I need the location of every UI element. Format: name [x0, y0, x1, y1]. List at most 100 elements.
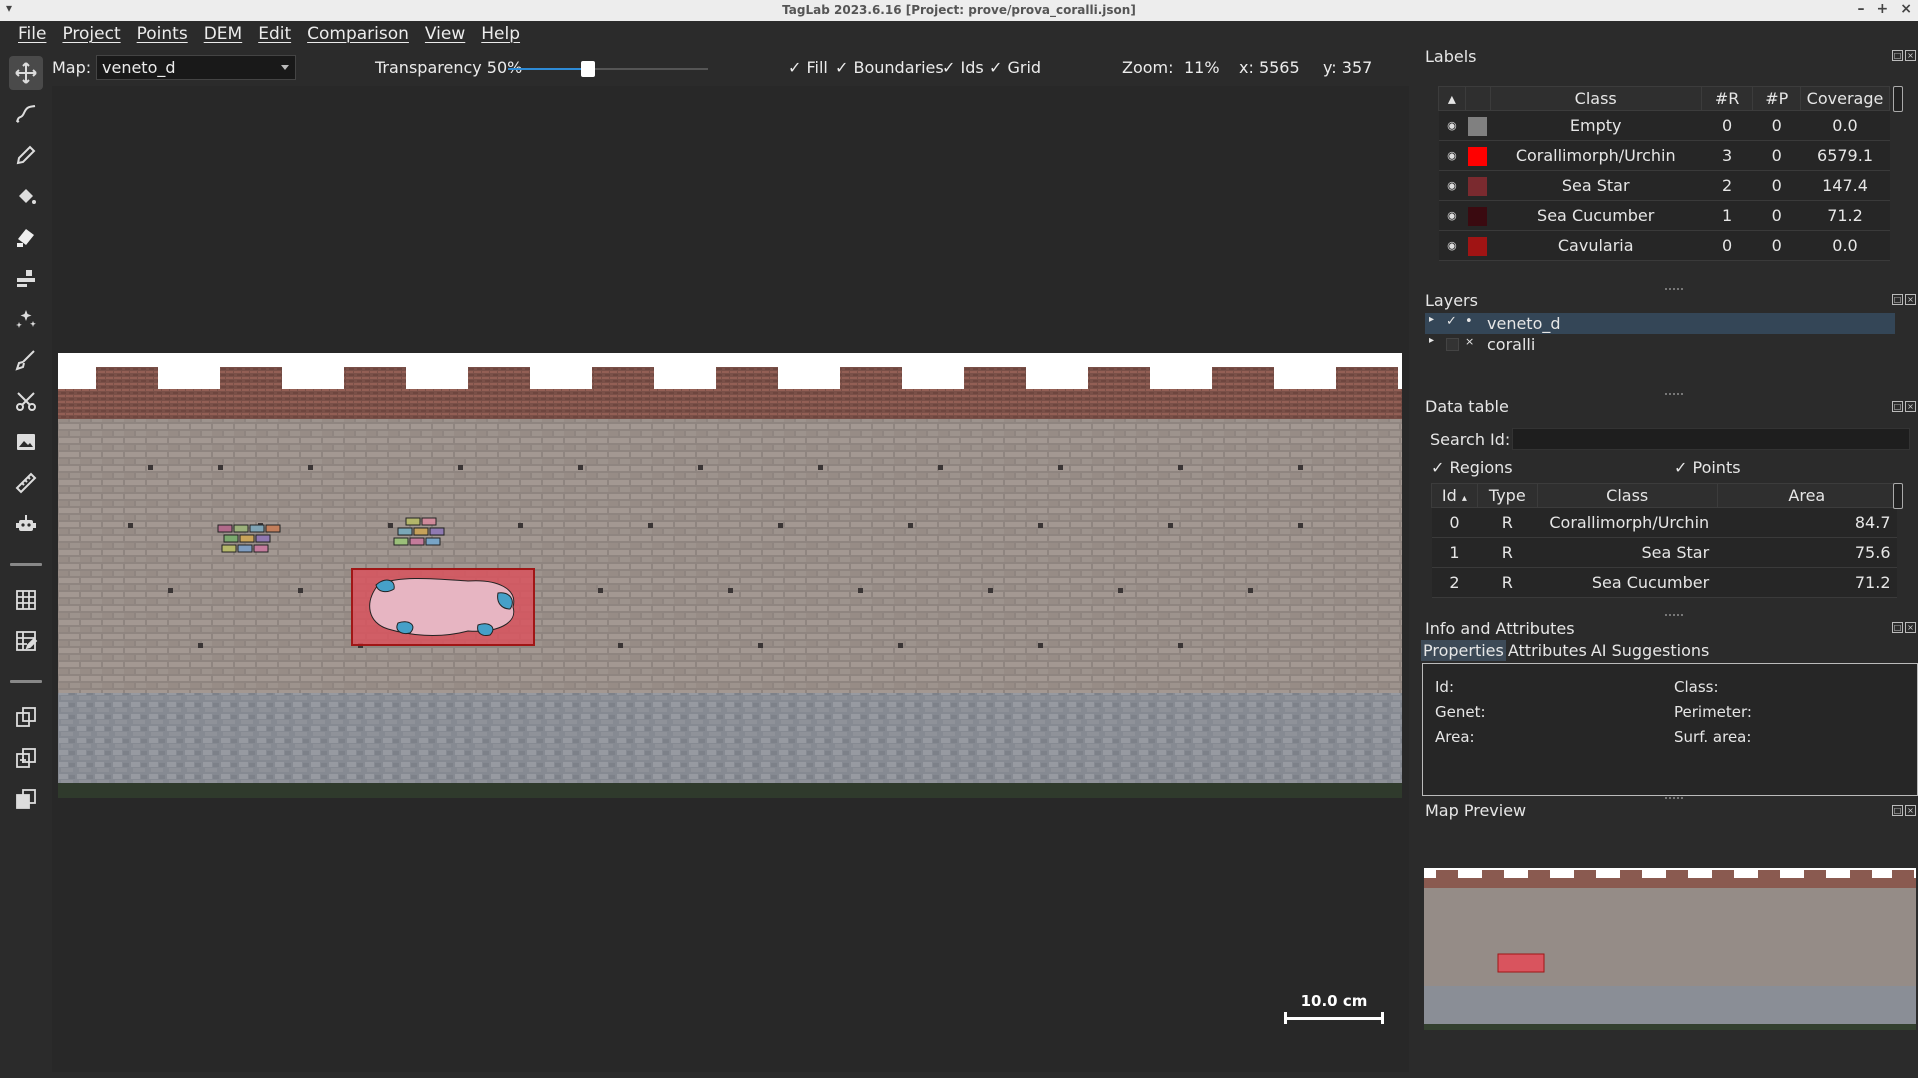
tab-properties[interactable]: Properties	[1421, 640, 1506, 661]
datatable-scrollbar[interactable]	[1893, 483, 1903, 509]
menu-help[interactable]: Help	[473, 21, 528, 47]
layer-visibility-check[interactable]: ✓	[1446, 314, 1457, 329]
column-type[interactable]: Type	[1476, 483, 1538, 508]
datatable-dock-buttons: □ ×	[1892, 401, 1916, 412]
search-input[interactable]	[1512, 428, 1910, 450]
search-label: Search Id:	[1430, 430, 1511, 449]
menu-points[interactable]: Points	[129, 21, 196, 47]
regions-checkbox[interactable]: ✓ Regions	[1431, 458, 1513, 477]
tab-ai-suggestions[interactable]: AI Suggestions	[1589, 640, 1712, 661]
table-row[interactable]: 1 R Sea Star 75.6	[1431, 537, 1897, 568]
minimize-button[interactable]: –	[1858, 1, 1865, 17]
compare-icon[interactable]	[9, 741, 43, 775]
eye-icon[interactable]: ◉	[1438, 200, 1466, 231]
ids-checkbox[interactable]: ✓ Ids	[942, 58, 984, 77]
split-icon[interactable]	[9, 700, 43, 734]
table-row[interactable]: 2 R Sea Cucumber 71.2	[1431, 567, 1897, 598]
label-row[interactable]: ◉ Sea Star 2 0 147.4	[1438, 170, 1890, 201]
labels-scrollbar[interactable]	[1893, 86, 1903, 112]
points-checkbox[interactable]: ✓ Points	[1674, 458, 1741, 477]
brush-icon[interactable]	[9, 220, 43, 254]
close-icon[interactable]: ×	[1905, 622, 1916, 633]
menu-view[interactable]: View	[417, 21, 473, 47]
eye-icon[interactable]: ◉	[1438, 170, 1466, 201]
close-icon[interactable]: ×	[1905, 50, 1916, 61]
close-button[interactable]: ×	[1900, 1, 1912, 17]
column-area[interactable]: Area	[1716, 483, 1898, 508]
panel-splitter[interactable]	[1665, 393, 1683, 395]
expand-icon[interactable]: ▸	[1429, 314, 1434, 325]
layer-visibility-check[interactable]	[1446, 338, 1459, 351]
float-icon[interactable]: □	[1892, 294, 1903, 305]
boundaries-checkbox[interactable]: ✓ Boundaries	[835, 58, 944, 77]
panel-splitter[interactable]	[1665, 288, 1683, 290]
tab-attributes[interactable]: Attributes	[1506, 640, 1589, 661]
close-icon[interactable]: ×	[1905, 294, 1916, 305]
column-id[interactable]: Id ▴	[1431, 483, 1478, 508]
label-row[interactable]: ◉ Corallimorph/Urchin 3 0 6579.1	[1438, 140, 1890, 171]
layer-item-veneto-d[interactable]: ▸ ✓ • veneto_d	[1425, 313, 1895, 334]
image-viewer[interactable]: 10.0 cm	[52, 86, 1409, 1072]
eye-icon[interactable]: ◉	[1438, 230, 1466, 261]
layer-item-coralli[interactable]: ▸ × coralli	[1425, 334, 1895, 355]
panel-splitter[interactable]	[1665, 614, 1683, 616]
menu-comparison[interactable]: Comparison	[299, 21, 417, 47]
table-row[interactable]: 0 R Corallimorph/Urchin 84.7	[1431, 507, 1897, 538]
close-icon[interactable]: ×	[1905, 401, 1916, 412]
column-r[interactable]: #R	[1700, 86, 1754, 111]
hidden-icon[interactable]: ×	[1465, 335, 1474, 348]
float-icon[interactable]: □	[1892, 50, 1903, 61]
menu-dem[interactable]: DEM	[196, 21, 251, 47]
sort-icon[interactable]: ▴	[1438, 86, 1466, 111]
map-select[interactable]: veneto_d	[96, 55, 296, 80]
color-cell[interactable]	[1465, 230, 1491, 261]
menu-file[interactable]: File	[10, 21, 54, 47]
maximize-button[interactable]: +	[1877, 1, 1889, 17]
label-row[interactable]: ◉ Empty 0 0 0.0	[1438, 110, 1890, 141]
scissors-icon[interactable]	[9, 384, 43, 418]
column-class[interactable]: Class	[1489, 86, 1702, 111]
expand-icon[interactable]: ▸	[1429, 335, 1434, 346]
transparency-slider[interactable]	[508, 61, 708, 77]
robot-icon[interactable]	[9, 507, 43, 541]
move-icon[interactable]	[9, 56, 43, 90]
color-swatch	[1468, 176, 1488, 196]
pencil-icon[interactable]	[9, 138, 43, 172]
grid-checkbox[interactable]: ✓ Grid	[989, 58, 1041, 77]
ruler-brush-icon[interactable]	[9, 343, 43, 377]
edit-grid-icon[interactable]	[9, 624, 43, 658]
color-cell[interactable]	[1465, 200, 1491, 231]
panel-splitter[interactable]	[1665, 797, 1683, 799]
eye-icon[interactable]: •	[1465, 314, 1473, 329]
fill-checkbox[interactable]: ✓ Fill	[788, 58, 828, 77]
float-icon[interactable]: □	[1892, 401, 1903, 412]
x-coordinate: x: 5565	[1239, 58, 1300, 77]
map-preview-image[interactable]	[1424, 868, 1916, 1030]
float-icon[interactable]: □	[1892, 622, 1903, 633]
color-cell[interactable]	[1465, 110, 1491, 141]
grid-icon[interactable]	[9, 583, 43, 617]
column-class[interactable]: Class	[1536, 483, 1718, 508]
color-cell[interactable]	[1465, 170, 1491, 201]
merge-icon[interactable]	[9, 782, 43, 816]
close-icon[interactable]: ×	[1905, 805, 1916, 816]
column-color[interactable]	[1464, 86, 1491, 111]
magic-wand-icon[interactable]	[9, 302, 43, 336]
eye-icon[interactable]: ◉	[1438, 110, 1466, 141]
color-cell[interactable]	[1465, 140, 1491, 171]
menu-edit[interactable]: Edit	[250, 21, 299, 47]
column-p[interactable]: #P	[1752, 86, 1802, 111]
cut-icon[interactable]	[9, 261, 43, 295]
eye-icon[interactable]: ◉	[1438, 140, 1466, 171]
label-row[interactable]: ◉ Cavularia 0 0 0.0	[1438, 230, 1890, 261]
label-row[interactable]: ◉ Sea Cucumber 1 0 71.2	[1438, 200, 1890, 231]
slider-handle[interactable]	[581, 61, 595, 77]
image-icon[interactable]	[9, 425, 43, 459]
column-coverage[interactable]: Coverage	[1800, 86, 1890, 111]
freehand-icon[interactable]	[9, 97, 43, 131]
menu-project[interactable]: Project	[54, 21, 128, 47]
float-icon[interactable]: □	[1892, 805, 1903, 816]
bucket-icon[interactable]	[9, 179, 43, 213]
class-cell: Sea Star	[1537, 537, 1718, 568]
ruler-icon[interactable]	[9, 466, 43, 500]
